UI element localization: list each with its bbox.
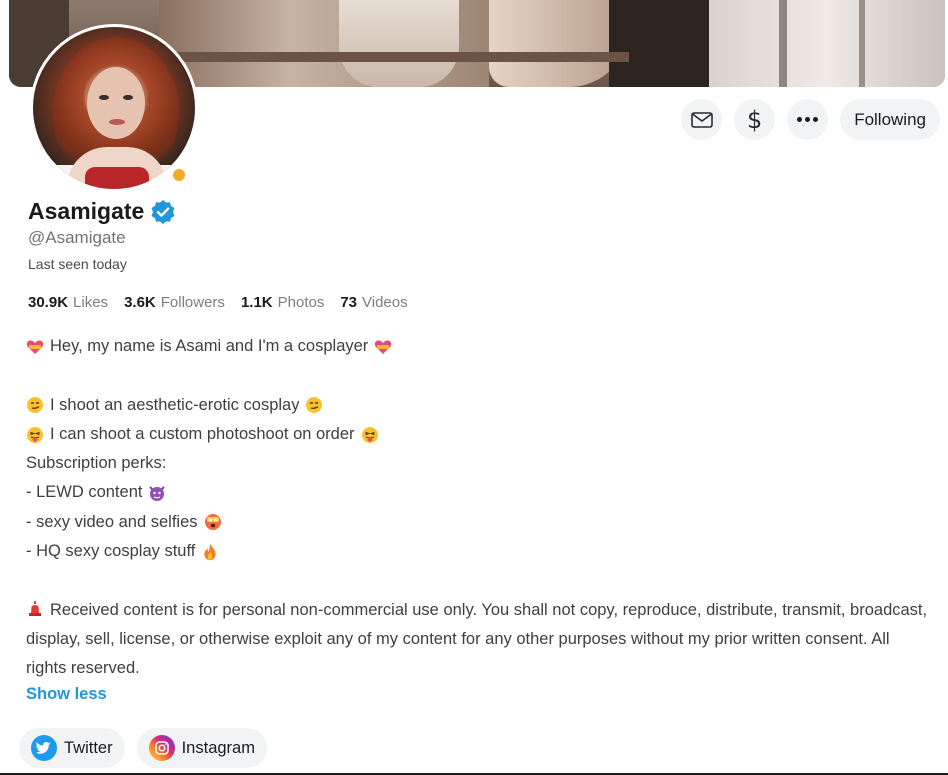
following-button[interactable]: Following [840,99,940,140]
profile-handle: @Asamigate [28,228,126,247]
tongue-emoji-icon [361,426,378,443]
bio-notice: Received content is for personal non-com… [26,600,928,678]
smirk-emoji-icon [27,397,43,414]
bio-line: - HQ sexy cosplay stuff [26,537,931,566]
profile-name: Asamigate [28,198,145,224]
twitter-link[interactable]: Twitter [19,728,125,768]
bio-line: I shoot an aesthetic-erotic cosplay [26,391,931,420]
verified-badge-icon [151,199,175,224]
shocked-emoji-icon [204,514,221,531]
more-button[interactable] [787,99,829,140]
message-button[interactable] [681,99,723,140]
stat-photos[interactable]: 1.1K Photos [241,294,324,311]
profile-actions: $ Following [681,99,940,140]
online-status-dot [170,166,188,184]
social-links: Twitter Instagram [19,728,267,768]
devil-emoji-icon [149,486,166,502]
fire-emoji-icon [204,543,216,560]
dollar-icon: $ [747,105,763,134]
smirk-emoji-icon [306,397,323,414]
tongue-emoji-icon [27,426,43,443]
envelope-icon [690,111,713,128]
heart-emoji-icon [375,340,392,354]
profile-stats: 30.9K Likes 3.6K Followers 1.1K Photos 73 Vi… [28,294,408,311]
more-dots-icon [797,117,819,122]
bio-line: - LEWD content [26,478,931,507]
bio-line: I can shoot a custom photoshoot on order [26,420,931,449]
profile-bio: Hey, my name is Asami and I'm a cosplaye… [26,332,931,684]
instagram-link[interactable]: Instagram [136,728,267,768]
last-seen-status: Last seen today [28,256,127,272]
bio-line: Hey, my name is Asami and I'm a cosplaye… [26,332,931,361]
bio-line: Subscription perks: [26,454,167,473]
bio-line: - sexy video and selfies [26,508,931,537]
name-row: Asamigate [28,198,176,225]
siren-emoji-icon [29,600,41,616]
stat-likes: 30.9K Likes [28,294,109,311]
heart-emoji-icon [26,340,44,354]
show-less-link[interactable]: Show less [26,685,107,704]
twitter-icon [31,735,57,761]
stat-videos[interactable]: 73 Videos [340,294,407,311]
tip-button[interactable]: $ [734,99,776,140]
instagram-icon [148,735,175,761]
stat-followers: 3.6K Followers [124,294,225,311]
profile-page: $ Following Asamigate @Asamigate Last se… [0,0,948,775]
